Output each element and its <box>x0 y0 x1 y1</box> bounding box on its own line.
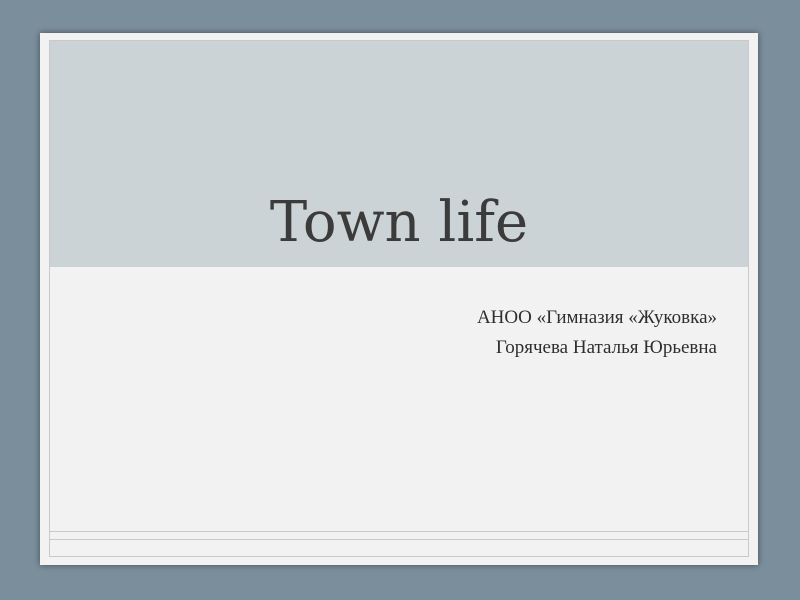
slide-frame: Town life АНОО «Гимназия «Жуковка» Горяч… <box>49 40 749 557</box>
slide-subtitle: АНОО «Гимназия «Жуковка» Горячева Наталь… <box>477 303 717 363</box>
footer-divider <box>50 531 748 532</box>
footer-divider-lower <box>50 539 748 540</box>
slide-title: Town life <box>269 190 529 255</box>
slide: Town life АНОО «Гимназия «Жуковка» Горяч… <box>40 33 758 565</box>
subtitle-line-organization: АНОО «Гимназия «Жуковка» <box>476 307 717 328</box>
subtitle-line-author: Горячева Наталья Юрьевна <box>495 337 717 358</box>
